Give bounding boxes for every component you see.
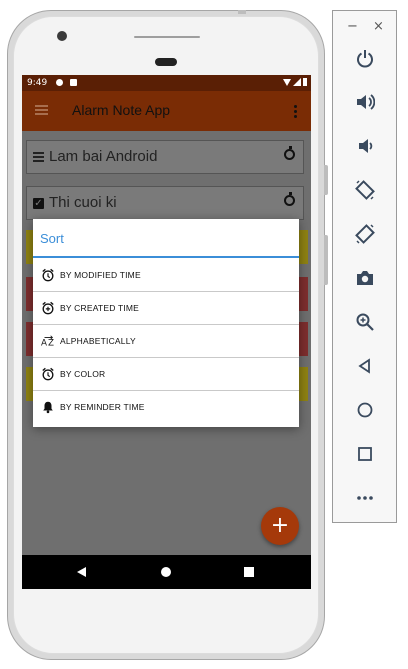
rotate-right-icon [355,224,375,244]
sort-option-label: BY COLOR [60,369,106,379]
front-camera [57,31,67,41]
note-item[interactable]: ✓ Thi cuoi ki [26,186,304,220]
sort-option-alphabetically[interactable]: A Z ALPHABETICALLY [33,325,299,358]
menu-icon[interactable] [35,105,48,115]
checkbox-icon: ✓ [33,198,44,209]
sort-option-color[interactable]: BY COLOR [33,358,299,391]
note-title: Thi cuoi ki [49,194,117,211]
timer-icon[interactable] [284,192,295,206]
sort-option-modified-time[interactable]: BY MODIFIED TIME [33,259,299,292]
notes-list: Lam bai Android ✓ Thi cuoi ki Sort BY MO… [22,131,311,555]
close-button[interactable]: × [373,19,384,34]
status-time: 9:49 [27,78,48,88]
more-dots-icon [357,496,373,500]
phone-screen: 9:49 Alarm Note App Lam bai Android ✓ Th… [22,75,311,589]
note-title: Lam bai Android [49,148,158,165]
phone-top-button [238,10,246,14]
nav-back-icon[interactable] [77,567,86,577]
status-bar: 9:49 [22,75,311,91]
svg-text:Z: Z [48,338,54,348]
zoom-icon [356,313,374,331]
rotate-left-icon [355,180,375,200]
wifi-icon [283,78,291,86]
sort-option-label: ALPHABETICALLY [60,336,136,346]
screenshot-button[interactable] [352,265,378,291]
app-title: Alarm Note App [72,102,171,118]
sort-dialog: Sort BY MODIFIED TIME BY CREATED TIME A … [33,219,299,427]
earpiece [134,36,200,38]
signal-icon [293,78,301,86]
minimize-button[interactable]: − [347,19,358,34]
battery-icon [303,78,307,86]
sort-option-created-time[interactable]: BY CREATED TIME [33,292,299,325]
dialog-title: Sort [40,231,64,246]
rotate-right-button[interactable] [352,221,378,247]
navigation-bar [22,555,311,589]
nav-recents-icon[interactable] [244,567,254,577]
overview-button[interactable] [352,441,378,467]
rotate-left-button[interactable] [352,177,378,203]
phone-volume-button [324,235,328,285]
volume-down-icon [359,139,373,153]
speaker [155,58,177,66]
home-circle-icon [357,402,373,418]
phone-power-button [324,165,328,195]
dialog-title-divider [33,256,299,258]
more-button[interactable] [352,485,378,511]
app-bar: Alarm Note App [22,91,311,131]
sort-option-reminder-time[interactable]: BY REMINDER TIME [33,391,299,424]
nav-home-icon[interactable] [161,567,171,577]
status-icons [283,78,307,86]
sort-option-label: BY MODIFIED TIME [60,270,141,280]
sort-az-icon: A Z [41,335,54,348]
alarm-add-icon [42,301,54,315]
volume-up-icon [357,94,375,110]
emulator-toolbar: − × [332,10,397,523]
notification-icon [56,79,63,86]
note-item[interactable]: Lam bai Android [26,140,304,174]
volume-down-button[interactable] [352,133,378,159]
alarm-clock-icon [42,367,54,381]
camera-icon [357,271,373,285]
bell-icon [43,401,53,414]
svg-text:A: A [41,338,47,348]
zoom-button[interactable] [352,309,378,335]
power-button[interactable] [352,45,378,71]
back-button[interactable] [352,353,378,379]
sd-card-icon [70,79,77,86]
overview-square-icon [358,447,372,461]
volume-up-button[interactable] [352,89,378,115]
overflow-menu-icon[interactable] [294,105,297,118]
home-button[interactable] [352,397,378,423]
sort-option-label: BY CREATED TIME [60,303,140,313]
power-icon [357,50,373,68]
sort-option-label: BY REMINDER TIME [60,402,145,412]
add-note-button[interactable]: + [261,507,299,545]
lines-icon [33,152,44,162]
timer-icon[interactable] [284,146,295,160]
back-triangle-icon [358,358,370,374]
alarm-clock-icon [42,268,54,282]
